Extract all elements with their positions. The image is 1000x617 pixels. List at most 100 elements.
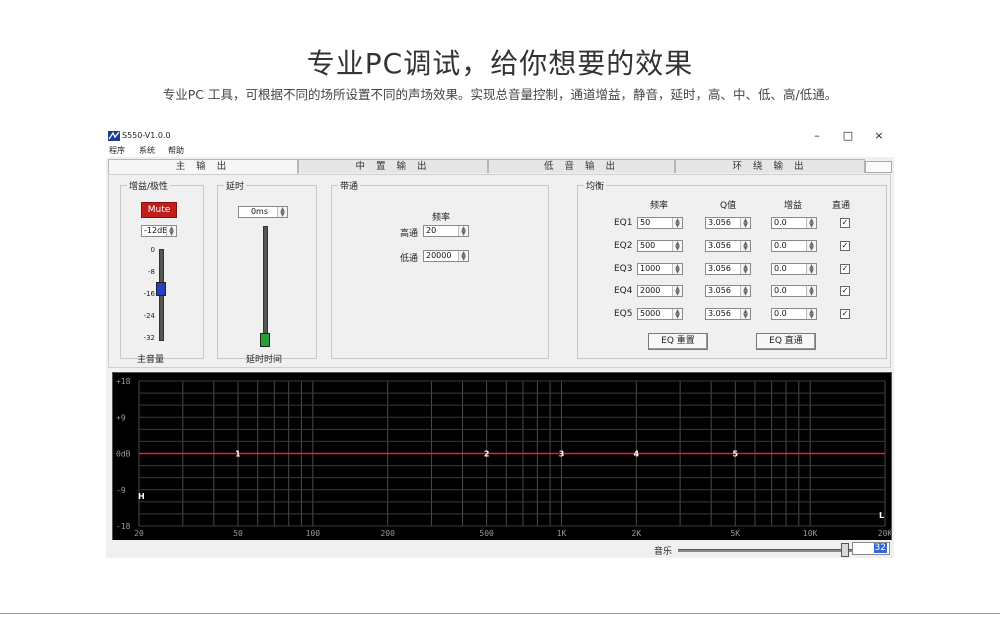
highpass-value: 20 bbox=[426, 226, 437, 235]
delay-slider-track[interactable] bbox=[263, 226, 268, 346]
eq-freq-spinbox[interactable]: 2000 ▲ ▼ bbox=[637, 285, 683, 297]
gain-slider-thumb[interactable] bbox=[156, 281, 166, 296]
eq-through-checkbox[interactable]: ✓ bbox=[840, 309, 850, 319]
spin-arrows-icon[interactable]: ▲ ▼ bbox=[672, 241, 682, 252]
eq-freq-spinbox[interactable]: 1000 ▲ ▼ bbox=[637, 263, 683, 275]
spin-arrows-icon[interactable]: ▲ ▼ bbox=[740, 218, 750, 229]
menu-help[interactable]: 帮助 bbox=[168, 145, 184, 156]
delay-slider-thumb[interactable] bbox=[260, 333, 270, 347]
eq-q-spinbox[interactable]: 3.056 ▲ ▼ bbox=[705, 240, 751, 252]
eq-freq-spinbox[interactable]: 50 ▲ ▼ bbox=[637, 217, 683, 229]
eq-q-spinbox[interactable]: 3.056 ▲ ▼ bbox=[705, 285, 751, 297]
gain-tick-label: -32 bbox=[143, 334, 155, 342]
eq-gain-value: 0.0 bbox=[774, 264, 787, 273]
minimize-button[interactable]: – bbox=[806, 129, 828, 142]
delay-value: 0ms bbox=[250, 207, 269, 216]
tab-bass-output[interactable]: 低 音 输 出 bbox=[488, 159, 675, 173]
eq-gain-spinbox[interactable]: 0.0 ▲ ▼ bbox=[771, 263, 817, 275]
spin-arrows-icon[interactable]: ▲ ▼ bbox=[740, 309, 750, 320]
tab-main-output[interactable]: 主 输 出 bbox=[108, 159, 298, 174]
spin-arrows-icon[interactable]: ▲ ▼ bbox=[672, 218, 682, 229]
gain-tick-label: -24 bbox=[143, 312, 155, 320]
delay-spinbox[interactable]: 0ms ▲ ▼ bbox=[238, 206, 288, 218]
lowpass-label: 低通 bbox=[400, 254, 419, 264]
eq-freq-value: 2000 bbox=[640, 286, 661, 295]
eq-group: 均衡 频率 Q值 增益 直通 EQ1 50 ▲ ▼ 3.056 ▲ ▼ 0.0 ▲ ▼ ✓ EQ2 50… bbox=[577, 179, 887, 359]
eq-legend: 均衡 bbox=[586, 182, 605, 192]
eq-gain-spinbox[interactable]: 0.0 ▲ ▼ bbox=[771, 217, 817, 229]
music-slider-thumb[interactable] bbox=[841, 543, 849, 557]
eq-through-button[interactable]: EQ 直通 bbox=[756, 333, 816, 350]
main-output-panel: 增益/极性 Mute -12dB ▲ ▼ 0 -8 -16 -24 -32 主音量… bbox=[108, 174, 891, 368]
eq-through-checkbox[interactable]: ✓ bbox=[840, 241, 850, 251]
y-tick-label: -18 bbox=[116, 522, 131, 531]
menu-system[interactable]: 系统 bbox=[139, 145, 155, 156]
title-bar: S550-V1.0.0 – □ × bbox=[106, 128, 894, 144]
eq-gain-spinbox[interactable]: 0.0 ▲ ▼ bbox=[771, 308, 817, 320]
window-title: S550-V1.0.0 bbox=[122, 131, 171, 140]
eq-row-label: EQ3 bbox=[614, 264, 633, 274]
promo-subline: 专业PC 工具，可根据不同的场所设置不同的声场效果。实现总音量控制，通道增益，静… bbox=[162, 87, 838, 102]
gain-group: 增益/极性 Mute -12dB ▲ ▼ 0 -8 -16 -24 -32 主音量 bbox=[120, 179, 204, 365]
highpass-label: 高通 bbox=[400, 229, 419, 239]
eq-q-value: 3.056 bbox=[708, 264, 731, 273]
close-button[interactable]: × bbox=[868, 129, 890, 142]
eq-gain-spinbox[interactable]: 0.0 ▲ ▼ bbox=[771, 240, 817, 252]
eq-reset-button[interactable]: EQ 重置 bbox=[648, 333, 708, 350]
spin-arrows-icon[interactable]: ▲ ▼ bbox=[672, 286, 682, 297]
eq-freq-spinbox[interactable]: 5000 ▲ ▼ bbox=[637, 308, 683, 320]
eq-freq-value: 1000 bbox=[640, 264, 661, 273]
eq-band-marker: 4 bbox=[634, 450, 640, 459]
eq-q-spinbox[interactable]: 3.056 ▲ ▼ bbox=[705, 308, 751, 320]
tab-surround-output[interactable]: 环 绕 输 出 bbox=[675, 159, 865, 173]
music-slider-track[interactable] bbox=[678, 549, 852, 552]
eq-through-checkbox[interactable]: ✓ bbox=[840, 218, 850, 228]
eq-response-graph[interactable]: +18 +9 0dB -9 -18 20 50 100 200 500 1K 2K 5K 10K 20K 1 2… bbox=[112, 372, 892, 542]
bottom-divider bbox=[0, 613, 1000, 614]
tab-scroll-icon[interactable] bbox=[865, 161, 892, 173]
music-value-box[interactable]: 32 bbox=[852, 542, 890, 555]
channel-tabs: 主 输 出 中 置 输 出 低 音 输 出 环 绕 输 出 bbox=[108, 159, 892, 174]
eq-gain-spinbox[interactable]: 0.0 ▲ ▼ bbox=[771, 285, 817, 297]
x-tick-label: 5K bbox=[730, 529, 740, 538]
eq-q-value: 3.056 bbox=[708, 286, 731, 295]
spin-arrows-icon[interactable]: ▲ ▼ bbox=[806, 241, 816, 252]
eq-through-checkbox[interactable]: ✓ bbox=[840, 264, 850, 274]
spin-arrows-icon[interactable]: ▲ ▼ bbox=[740, 264, 750, 275]
delay-spin-arrows-icon[interactable]: ▲ ▼ bbox=[277, 207, 287, 218]
eq-freq-value: 50 bbox=[640, 218, 651, 227]
spin-arrows-icon[interactable]: ▲ ▼ bbox=[672, 309, 682, 320]
y-tick-label: 0dB bbox=[116, 450, 131, 459]
lowpass-spin-arrows-icon[interactable]: ▲ ▼ bbox=[458, 251, 468, 262]
spin-arrows-icon[interactable]: ▲ ▼ bbox=[740, 286, 750, 297]
eq-row-label: EQ2 bbox=[614, 241, 633, 251]
spin-arrows-icon[interactable]: ▲ ▼ bbox=[806, 218, 816, 229]
eq-freq-spinbox[interactable]: 500 ▲ ▼ bbox=[637, 240, 683, 252]
gain-value: -12dB bbox=[144, 226, 168, 235]
spin-arrows-icon[interactable]: ▲ ▼ bbox=[672, 264, 682, 275]
spin-arrows-icon[interactable]: ▲ ▼ bbox=[740, 241, 750, 252]
eq-q-spinbox[interactable]: 3.056 ▲ ▼ bbox=[705, 263, 751, 275]
eq-gain-value: 0.0 bbox=[774, 241, 787, 250]
eq-freq-value: 500 bbox=[640, 241, 656, 250]
maximize-button[interactable]: □ bbox=[837, 129, 859, 142]
lowpass-spinbox[interactable]: 20000 ▲ ▼ bbox=[423, 250, 469, 262]
app-window: S550-V1.0.0 – □ × 程序 系统 帮助 主 输 出 中 置 输 出… bbox=[106, 128, 894, 558]
spin-arrows-icon[interactable]: ▲ ▼ bbox=[806, 264, 816, 275]
tab-center-output[interactable]: 中 置 输 出 bbox=[298, 159, 488, 173]
mute-button[interactable]: Mute bbox=[141, 202, 177, 218]
eq-freq-value: 5000 bbox=[640, 309, 661, 318]
spin-arrows-icon[interactable]: ▲ ▼ bbox=[806, 286, 816, 297]
eq-through-checkbox[interactable]: ✓ bbox=[840, 286, 850, 296]
gain-spin-arrows-icon[interactable]: ▲ ▼ bbox=[166, 226, 176, 237]
music-value: 32 bbox=[873, 543, 887, 553]
highpass-spinbox[interactable]: 20 ▲ ▼ bbox=[423, 225, 469, 237]
bandpass-legend: 带通 bbox=[340, 182, 359, 192]
menu-program[interactable]: 程序 bbox=[109, 145, 125, 156]
delay-legend: 延时 bbox=[226, 182, 245, 192]
gain-spinbox[interactable]: -12dB ▲ ▼ bbox=[141, 225, 177, 237]
eq-q-spinbox[interactable]: 3.056 ▲ ▼ bbox=[705, 217, 751, 229]
x-tick-label: 500 bbox=[479, 529, 494, 538]
spin-arrows-icon[interactable]: ▲ ▼ bbox=[806, 309, 816, 320]
highpass-spin-arrows-icon[interactable]: ▲ ▼ bbox=[458, 226, 468, 237]
